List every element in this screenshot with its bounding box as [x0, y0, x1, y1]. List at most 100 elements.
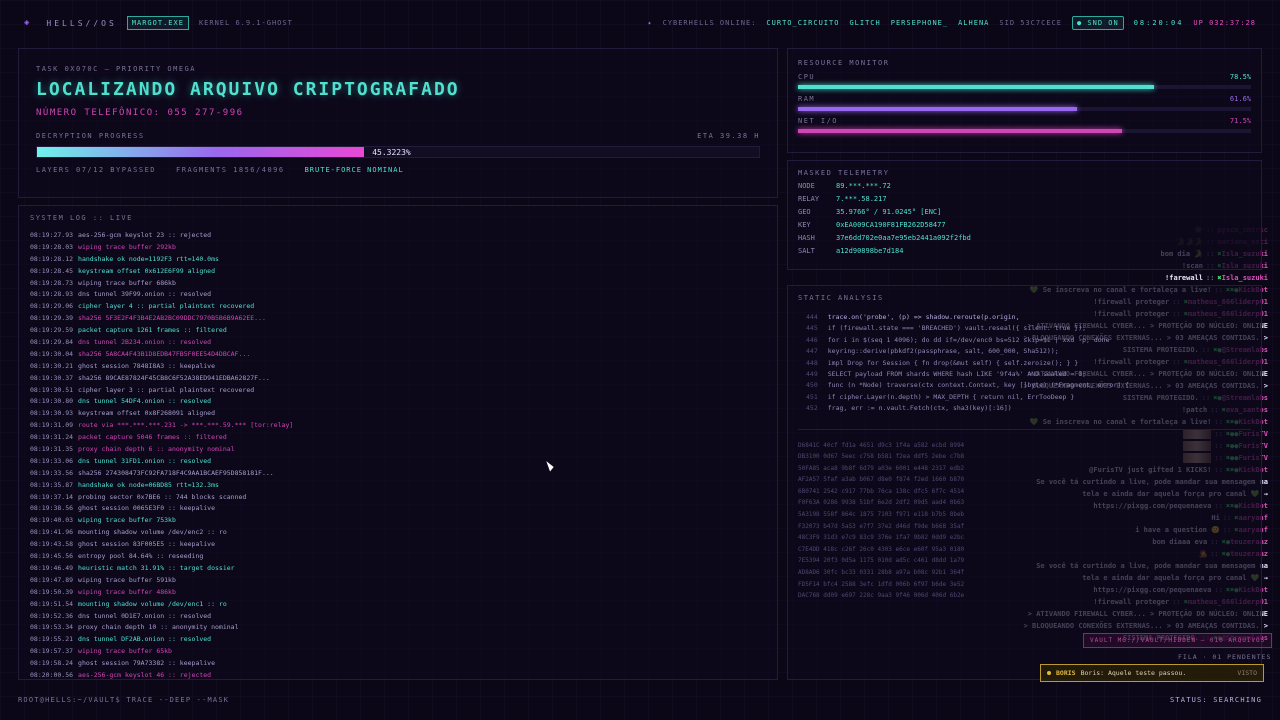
log-timestamp: 08:19:30.04: [30, 349, 74, 358]
log-line: 08:19:28.12 handshake ok node=1192F3 rtt=…: [30, 254, 350, 266]
resource-value: 71.5%: [1229, 117, 1251, 125]
static-analysis-panel: STATIC ANALYSIS 444 trace.on('probe', (p)…: [787, 285, 1262, 680]
hex-line: D6841C 40cf fd1a 4651 d9c3 1f4a a582 ecb…: [798, 441, 965, 449]
system-log-panel: SYSTEM LOG :: LIVE 08:19:27.93 aes-256-gc…: [18, 205, 778, 680]
log-line: 08:19:28.03 wiping trace buffer 292kb: [30, 242, 350, 254]
notification-seen[interactable]: VISTO: [1237, 669, 1257, 677]
terminal-prompt[interactable]: ROOT@HELLS:~/VAULT$ TRACE --DEEP --MASK: [18, 696, 229, 704]
log-timestamp: 08:19:29.59: [30, 326, 74, 335]
code-text: func (n *Node) traverse(ctx context.Cont…: [827, 381, 1130, 390]
log-line: 08:19:38.56 ghost session 0065E3F0 :: kee…: [30, 503, 350, 515]
log-line: 08:19:28.93 dns tunnel 39F99.onion :: res…: [30, 289, 350, 301]
process-chip[interactable]: MARGOT.EXE: [126, 16, 189, 30]
code-line: 450 func (n *Node) traverse(ctx context.C…: [806, 380, 1251, 391]
log-line: 08:19:43.58 ghost session 83F005E5 :: kee…: [30, 539, 350, 551]
telemetry-value: a12d90898be7d184: [836, 247, 904, 255]
log-timestamp: 08:19:33.06: [30, 456, 74, 465]
code-text: if (firewall.state === 'BREACHED') vault…: [827, 324, 1087, 333]
task-label: TASK 0X070C — PRIORITY OMEGA: [36, 65, 197, 73]
log-timestamp: 08:19:31.35: [30, 445, 74, 454]
log-text: sha256 5F3E2F4F3B4E2AB2BC09DDC7970B5B6B9…: [78, 314, 266, 323]
resource-row: NET I/O 71.5%: [798, 117, 1251, 133]
log-timestamp: 08:19:33.56: [30, 468, 74, 477]
log-line: 08:19:40.03 wiping trace buffer 753kb: [30, 515, 350, 527]
sound-label: SND ON: [1087, 19, 1119, 27]
log-timestamp: 08:19:28.03: [30, 242, 74, 251]
eta: ETA 39.38 H: [697, 132, 760, 140]
notification-dot-icon: [1047, 671, 1051, 675]
queue-status: FILA · 01 PENDENTES: [1178, 653, 1272, 661]
log-text: dns tunnel 31FD1.onion :: resolved: [78, 456, 212, 465]
log-text: dns tunnel 39F99.onion :: resolved: [78, 290, 212, 299]
log-timestamp: 08:19:28.12: [30, 254, 74, 263]
log-line: 08:19:30.51 cipher layer 3 :: partial pla…: [30, 385, 350, 397]
session-id: SID 53C7CECE: [999, 19, 1062, 27]
decryption-progress-bar: 45.3223%: [36, 146, 760, 158]
log-line: 08:19:33.06 dns tunnel 31FD1.onion :: res…: [30, 456, 350, 468]
online-user[interactable]: CURTO_CIRCUITO: [766, 19, 839, 27]
log-timestamp: 08:19:29.39: [30, 314, 74, 323]
log-line: 08:19:27.93 aes-256-gcm keyslot 23 :: rej…: [30, 230, 350, 242]
line-number: 447: [806, 347, 818, 356]
online-user[interactable]: GLITCH: [849, 19, 880, 27]
telemetry-value: 7.***.58.217: [836, 195, 887, 203]
resource-value: 78.5%: [1229, 73, 1251, 81]
log-text: sha256 274308473FC92FA718F4C9AA1BCAEF95D…: [78, 468, 274, 477]
log-line: 08:19:29.06 cipher layer 4 :: partial pla…: [30, 301, 350, 313]
log-text: wiping trace buffer 65kb: [78, 647, 172, 656]
sound-toggle[interactable]: ● SND ON: [1071, 16, 1124, 30]
log-line: 08:19:30.93 keystream offset 0x8F268091 a…: [30, 408, 350, 420]
log-text: dns tunnel DF2AB.onion :: resolved: [78, 635, 212, 644]
online-user[interactable]: PERSEPHONE_: [891, 19, 948, 27]
log-timestamp: 08:19:35.87: [30, 480, 74, 489]
log-lines: 08:19:27.93 aes-256-gcm keyslot 23 :: rej…: [30, 230, 350, 679]
notification-message: Boris: Aquele teste passou.: [1080, 669, 1187, 677]
progress-fill: [37, 147, 365, 157]
code-line: 448 impl Drop for Session { fn drop(&mut …: [806, 358, 1251, 369]
code-text: impl Drop for Session { fn drop(&mut sel…: [827, 358, 1079, 367]
resource-name: NET I/O: [798, 117, 839, 125]
clock: 08:20:04: [1133, 19, 1184, 27]
log-text: sha256 89CAE87824F45CB8C6F52A38ED941EDBA…: [78, 373, 270, 382]
log-timestamp: 08:19:28.93: [30, 290, 74, 299]
log-timestamp: 08:19:47.89: [30, 575, 74, 584]
log-text: sha256 5A8CA4F43B1D8EDB47FB5F0EE54D4DBCA…: [78, 349, 251, 358]
log-line: 08:19:37.14 probing sector 0x7BE6 :: 744 …: [30, 492, 350, 504]
resource-head: RAM 61.6%: [798, 95, 1251, 103]
log-timestamp: 08:19:57.37: [30, 647, 74, 656]
hex-line: 50FA85 aca8 9b8f 6d79 a03e 6001 e448 231…: [798, 464, 965, 472]
code-line: 444 trace.on('probe', (p) => shadow.rerou…: [806, 312, 1251, 323]
bruteforce-status: BRUTE-FORCE NOMINAL: [304, 166, 404, 174]
hex-line: F32073 b47d 5a53 e7f7 37e2 d46d f9de b66…: [798, 522, 965, 530]
resource-head: CPU 78.5%: [798, 73, 1251, 81]
kernel-version: KERNEL 6.9.1-GHOST: [198, 19, 293, 27]
online-user[interactable]: ALHENA: [958, 19, 989, 27]
resource-row: RAM 61.6%: [798, 95, 1251, 111]
brand-title: HELLS//OS: [46, 18, 117, 28]
layers-stat: LAYERS 07/12 BYPASSED: [36, 166, 157, 174]
log-line: 08:19:28.45 keystream offset 0x612E6F99 a…: [30, 266, 350, 278]
log-text: probing sector 0x7BE6 :: 744 blocks scan…: [78, 492, 247, 501]
code-text: if cipher.Layer(n.depth) > MAX_DEPTH { r…: [827, 392, 1075, 401]
chat-message[interactable]: !farewall:: ✖Isla_suzuki: [968, 272, 1268, 284]
code-text: frag, err := n.vault.Fetch(ctx, sha3(key…: [827, 404, 1012, 413]
resource-bar: [798, 107, 1251, 111]
hex-line: 5A3198 558f 864c 1875 7103 f971 e118 b7b…: [798, 511, 965, 519]
log-text: cipher layer 4 :: partial plaintext reco…: [78, 302, 255, 311]
log-line: 08:19:31.09 route via ***.***.***.231 -> …: [30, 420, 350, 432]
log-text: heuristic match 31.91% :: target dossier: [78, 563, 235, 572]
log-timestamp: 08:19:52.36: [30, 611, 74, 620]
code-listing: 444 trace.on('probe', (p) => shadow.rerou…: [806, 312, 1251, 415]
notification-toast[interactable]: BORIS Boris: Aquele teste passou. VISTO: [1040, 664, 1264, 682]
log-line: 08:19:30.04 sha256 5A8CA4F43B1D8EDB47FB5F…: [30, 349, 350, 361]
chat-username[interactable]: Isla_suzuki: [1222, 274, 1268, 282]
progress-label: DECRYPTION PROGRESS: [36, 132, 145, 140]
log-text: wiping trace buffer 292kb: [78, 242, 176, 251]
log-text: packet capture 1261 frames :: filtered: [78, 326, 227, 335]
log-text: proxy chain depth 10 :: anonymity nomina…: [78, 623, 239, 632]
log-line: 08:19:58.24 ghost session 79A73382 :: kee…: [30, 658, 350, 670]
vault-path-button[interactable]: VAULT MG://VAULT/HIDDEN — 010 ARQUIVOS: [1083, 633, 1273, 648]
hex-line: AF2A57 5faf a3ab b067 d8e0 f874 f2ed 166…: [798, 476, 965, 484]
resource-bar-fill: [798, 85, 1154, 89]
hex-line: 48C3F9 31d3 e7c9 83c9 376e 1fa7 9b82 0dd…: [798, 534, 965, 542]
